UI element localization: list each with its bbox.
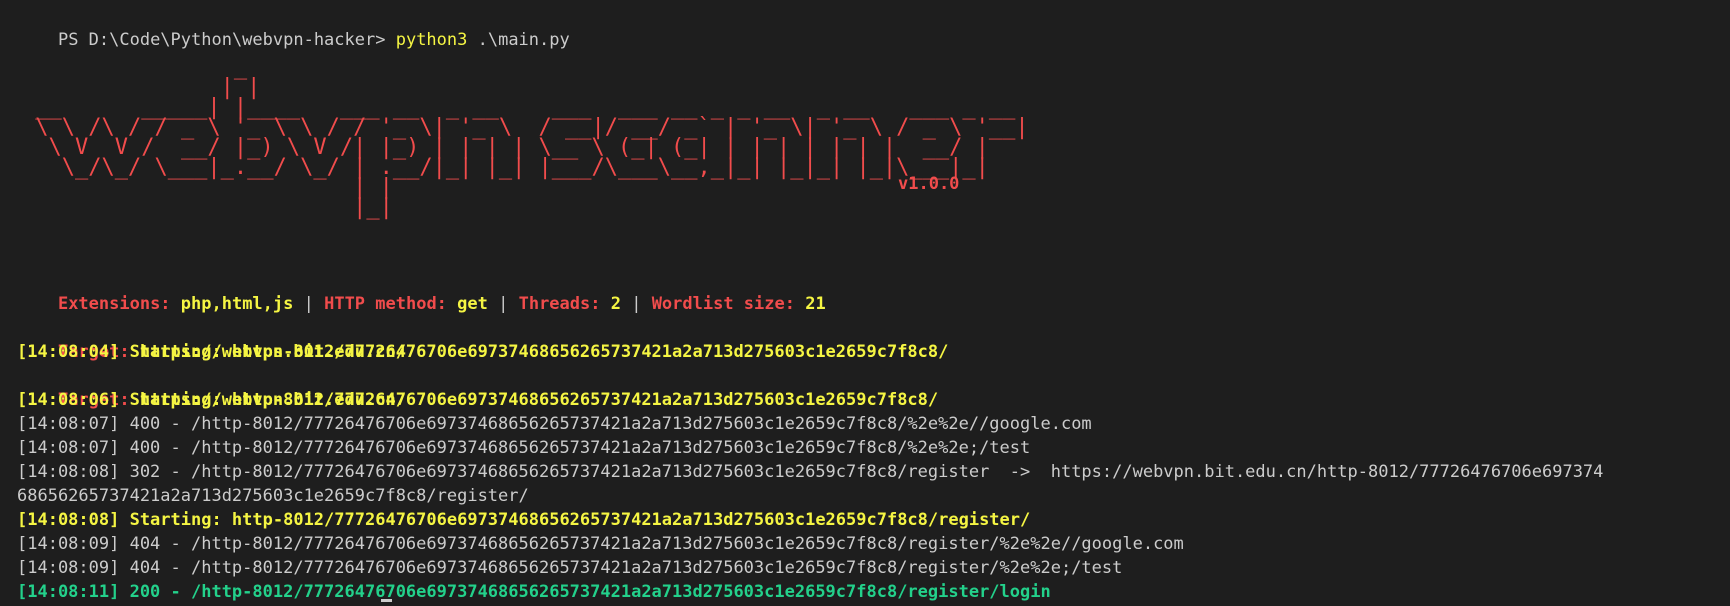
method-value: get: [457, 294, 488, 314]
wordlist-value: 21: [805, 294, 826, 314]
terminal-window[interactable]: PS D:\Code\Python\webvpn-hacker> python3…: [0, 0, 1730, 606]
log-line-starting: [14:08:06] Starting: http-8012/777264767…: [17, 390, 939, 410]
ascii-banner: _ | | __ _____| |____ ___ __ _ __ ___ __…: [35, 55, 1029, 220]
target-line: Target: https://webvpn.bit.edu.cn/: [17, 316, 406, 362]
prompt-command: python3: [395, 30, 468, 50]
wordlist-label: Wordlist size:: [651, 294, 806, 314]
method-label: HTTP method:: [324, 294, 458, 314]
log-line-404: [14:08:09] 404 - /http-8012/77726476706e…: [17, 558, 1123, 578]
terminal-cursor: [381, 599, 392, 602]
separator: |: [620, 294, 652, 314]
separator: |: [487, 294, 519, 314]
extensions-label: Extensions:: [57, 294, 181, 314]
config-line: Extensions: php,html,js | HTTP method: g…: [17, 268, 826, 314]
log-line-starting: [14:08:04] Starting: https-8012/77726476…: [17, 342, 949, 362]
log-line-404: [14:08:09] 404 - /http-8012/77726476706e…: [17, 534, 1184, 554]
log-line-302-wrap: 68656265737421a2a713d275603c1e2659c7f8c8…: [17, 486, 529, 506]
log-line-302: [14:08:08] 302 - /http-8012/77726476706e…: [17, 462, 1604, 482]
log-line-400: [14:08:07] 400 - /http-8012/77726476706e…: [17, 414, 1092, 434]
target-line: Target: https://webvpn.bit.edu.cn/: [17, 364, 406, 410]
log-line-starting: [14:08:08] Starting: http-8012/777264767…: [17, 510, 1031, 530]
version-label: v1.0.0: [898, 174, 960, 194]
log-line-400: [14:08:07] 400 - /http-8012/77726476706e…: [17, 438, 1031, 458]
threads-value: 2: [610, 294, 621, 314]
threads-label: Threads:: [518, 294, 611, 314]
log-line-200: [14:08:11] 200 - /http-8012/77726476706e…: [17, 582, 1051, 602]
prompt-path: PS D:\Code\Python\webvpn-hacker>: [57, 30, 396, 50]
shell-prompt-line: PS D:\Code\Python\webvpn-hacker> python3…: [17, 4, 570, 50]
extensions-value: php,html,js: [180, 294, 294, 314]
separator: |: [293, 294, 325, 314]
prompt-args: .\main.py: [467, 30, 570, 50]
